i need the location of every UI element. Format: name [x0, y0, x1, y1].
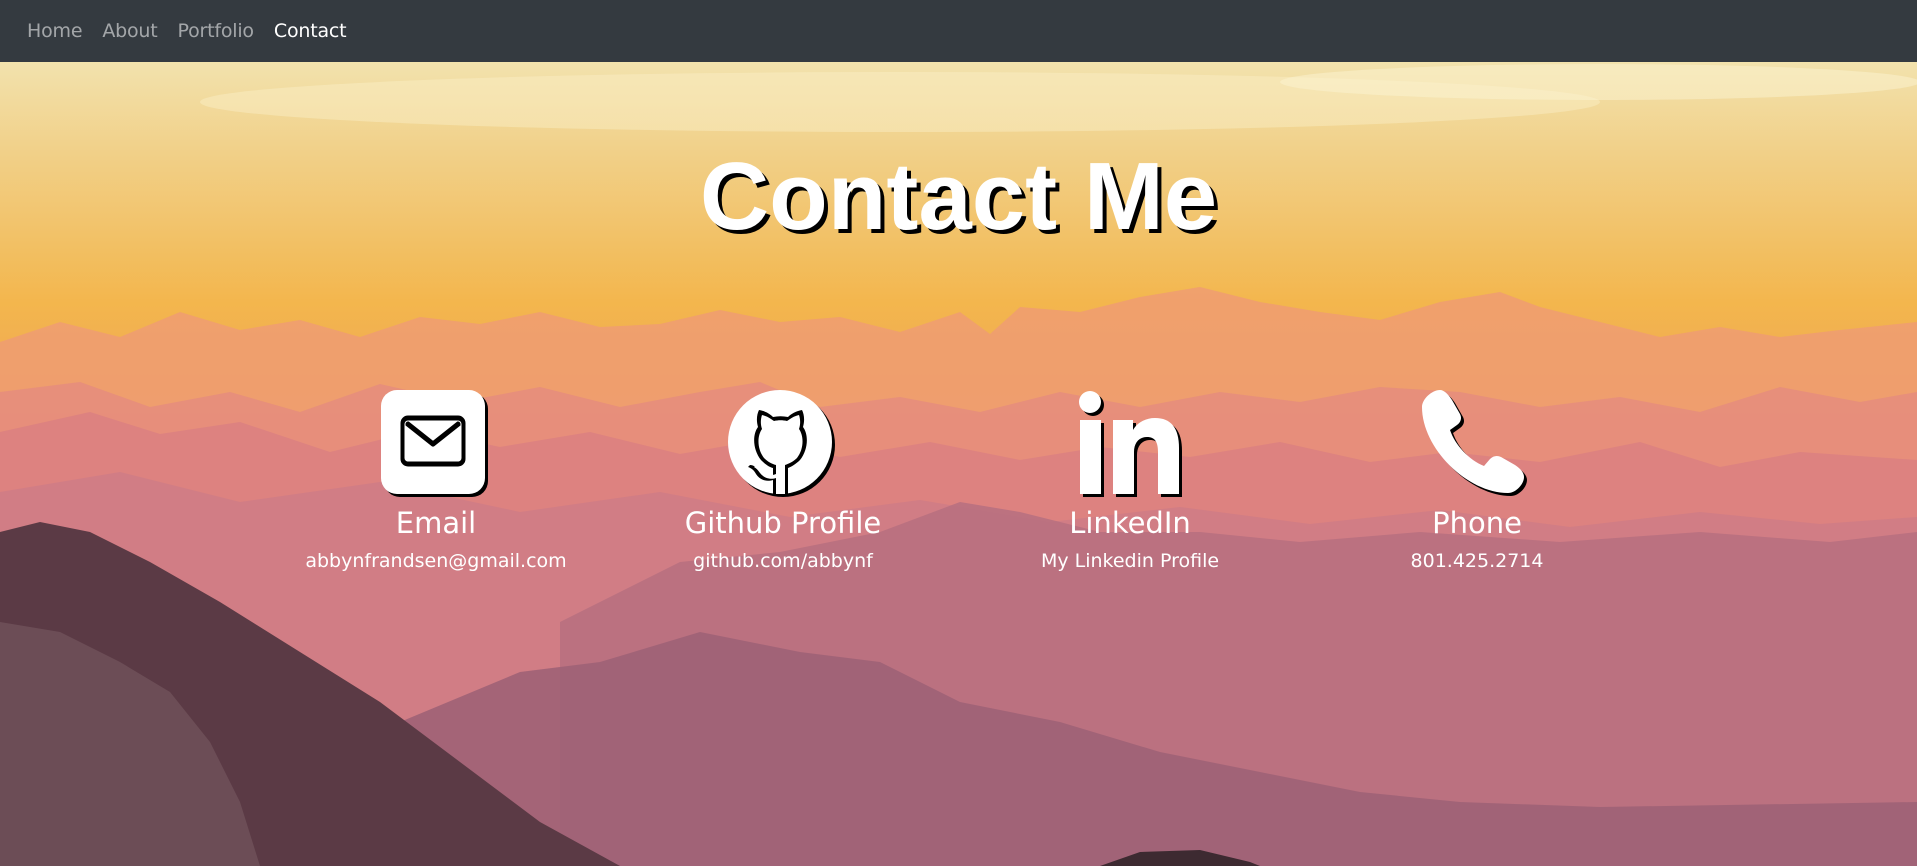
email-label: Email	[395, 506, 477, 540]
phone-icon	[1422, 390, 1532, 500]
email-value[interactable]: abbynfrandsen@gmail.com	[266, 550, 606, 572]
linkedin-value[interactable]: My Linkedin Profile	[960, 550, 1300, 572]
envelope-icon	[381, 390, 491, 500]
page-title: Contact Me	[699, 143, 1218, 250]
hero-section: Contact Me Email abbynfrandsen@gmail.com	[0, 62, 1917, 866]
linkedin-icon	[1075, 390, 1185, 500]
github-value[interactable]: github.com/abbynf	[613, 550, 953, 572]
phone-label: Phone	[1432, 506, 1522, 540]
github-label: Github Profile	[684, 506, 882, 540]
contact-email[interactable]: Email abbynfrandsen@gmail.com	[266, 390, 606, 572]
phone-value[interactable]: 801.425.2714	[1307, 550, 1647, 572]
nav-link-home[interactable]: Home	[27, 20, 83, 42]
nav-link-portfolio[interactable]: Portfolio	[178, 20, 255, 42]
contact-phone[interactable]: Phone 801.425.2714	[1307, 390, 1647, 572]
nav-link-about[interactable]: About	[102, 20, 157, 42]
linkedin-label: LinkedIn	[1069, 506, 1191, 540]
nav-link-contact[interactable]: Contact	[274, 20, 347, 42]
navbar: Home About Portfolio Contact	[0, 0, 1917, 62]
github-icon	[728, 390, 838, 500]
contact-linkedin[interactable]: LinkedIn My Linkedin Profile	[960, 390, 1300, 572]
contact-github[interactable]: Github Profile github.com/abbynf	[613, 390, 953, 572]
